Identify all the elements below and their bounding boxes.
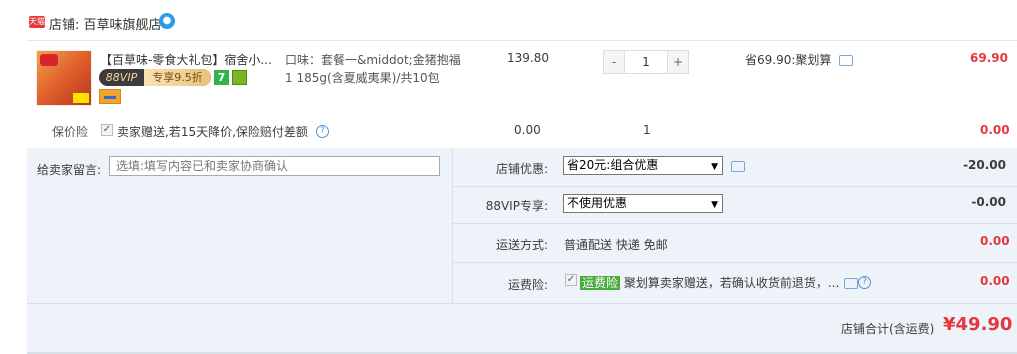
shop-discount-select[interactable]: 省20元:组合优惠 ▼ bbox=[563, 156, 723, 175]
vip-discount-value: 不使用优惠 bbox=[567, 196, 628, 210]
chat-bubble-icon[interactable]: ● bbox=[159, 13, 175, 29]
shipping-label: 运送方式: bbox=[495, 238, 548, 252]
vip-badge-right: 专享9.5折 bbox=[144, 69, 211, 86]
insurance-subtotal: 0.00 bbox=[980, 123, 1010, 137]
price-tag bbox=[73, 93, 89, 103]
qty-minus-button[interactable]: - bbox=[604, 51, 624, 73]
service-icon bbox=[232, 70, 247, 85]
vip-discount-select[interactable]: 不使用优惠 ▼ bbox=[563, 194, 723, 213]
comment-icon[interactable] bbox=[839, 55, 854, 66]
qty-input[interactable]: 1 bbox=[624, 51, 668, 73]
freight-insurance-checkbox[interactable]: ✓ bbox=[565, 274, 577, 286]
shop-discount-label: 店铺优惠: bbox=[495, 162, 548, 176]
product-thumbnail[interactable] bbox=[36, 50, 92, 106]
shop-discount-amount: -20.00 bbox=[963, 158, 1006, 172]
quantity-stepper: - 1 + bbox=[603, 50, 689, 74]
row-divider bbox=[453, 186, 1017, 187]
seven-day-return-icon: 7 bbox=[214, 70, 229, 85]
freight-insurance-label: 运费险: bbox=[507, 278, 548, 292]
insurance-qty: 1 bbox=[643, 123, 651, 137]
row-divider bbox=[453, 262, 1017, 263]
shop-total-label: 店铺合计(含运费) bbox=[841, 322, 935, 336]
product-title-link[interactable]: 【百草味-零食大礼包】宿舍小... bbox=[100, 51, 276, 67]
item-subtotal: 69.90 bbox=[970, 51, 1008, 65]
price-insurance-checkbox[interactable]: ✓ bbox=[101, 124, 113, 136]
freight-insurance-text: 聚划算卖家赠送，若确认收货前退货，... bbox=[623, 276, 840, 290]
price-insurance-label: 保价险 bbox=[52, 125, 89, 139]
freight-insurance-amount: 0.00 bbox=[980, 274, 1010, 288]
tmall-badge: 天猫 bbox=[29, 16, 45, 28]
promo-label: 省69.90:聚划算 bbox=[745, 53, 832, 67]
insurance-price: 0.00 bbox=[514, 123, 541, 137]
shipping-method: 普通配送 快递 免邮 bbox=[564, 238, 668, 252]
message-input[interactable]: 选填:填写内容已和卖家协商确认 bbox=[109, 156, 440, 176]
vip-discount-badge: 88VIP 专享9.5折 bbox=[99, 69, 211, 86]
message-label: 给卖家留言: bbox=[37, 163, 102, 177]
price-insurance-text: 卖家赠送,若15天降价,保险赔付差额 bbox=[117, 125, 308, 139]
vip-discount-label: 88VIP专享: bbox=[485, 199, 548, 213]
freight-insurance-tag: 运费险 bbox=[580, 276, 621, 290]
comment-icon[interactable] bbox=[844, 278, 858, 289]
qty-plus-button[interactable]: + bbox=[668, 51, 688, 73]
shop-total-amount: ¥49.90 bbox=[943, 314, 1013, 335]
row-divider bbox=[453, 223, 1017, 224]
divider bbox=[27, 40, 1017, 41]
unit-price: 139.80 bbox=[507, 51, 549, 65]
shop-name[interactable]: 店铺: 百草味旗舰店 bbox=[49, 14, 162, 33]
vip-badge-left: 88VIP bbox=[105, 71, 138, 84]
help-icon[interactable]: ? bbox=[858, 276, 871, 289]
dropdown-arrow-icon: ▼ bbox=[711, 162, 718, 172]
freight-insurance-info: 运费险 聚划算卖家赠送，若确认收货前退货，... bbox=[580, 274, 839, 291]
promo-text: 省69.90:聚划算 bbox=[745, 51, 854, 68]
product-sku: 口味：套餐一&middot;金猪抱福1 185g(含夏威夷果)/共10包 bbox=[285, 53, 461, 85]
vip-discount-amount: -0.00 bbox=[971, 195, 1006, 209]
dropdown-arrow-icon: ▼ bbox=[711, 200, 718, 210]
credit-card-icon bbox=[99, 89, 121, 104]
row-divider bbox=[27, 303, 1017, 304]
help-icon[interactable]: ? bbox=[316, 125, 329, 138]
shop-discount-value: 省20元:组合优惠 bbox=[567, 158, 659, 172]
shipping-amount: 0.00 bbox=[980, 234, 1010, 248]
brand-logo bbox=[40, 54, 58, 66]
comment-icon[interactable] bbox=[731, 161, 745, 172]
